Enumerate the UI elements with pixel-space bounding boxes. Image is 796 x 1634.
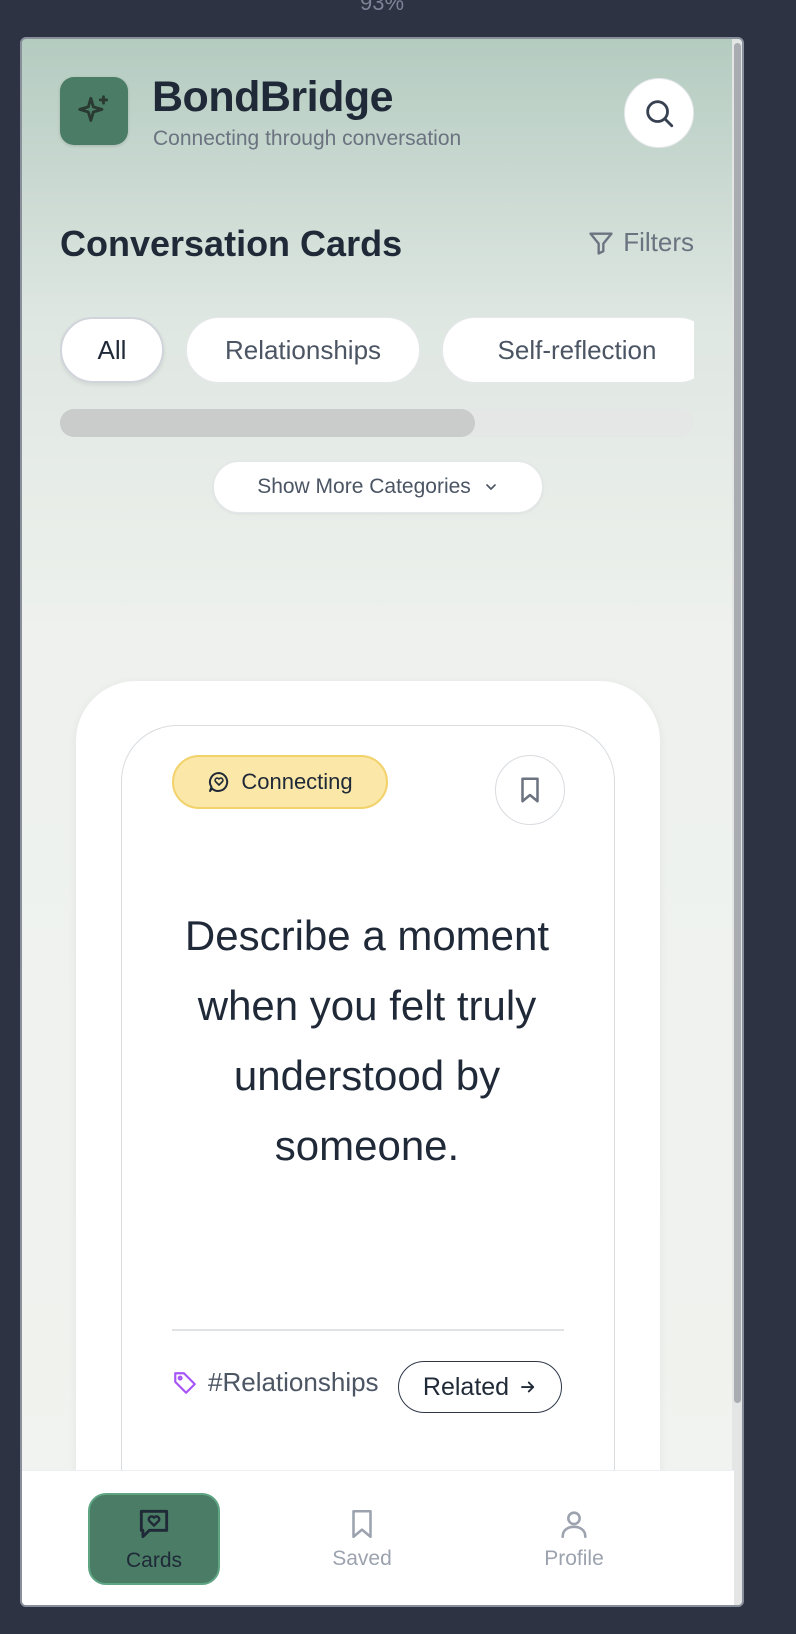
arrow-right-icon	[521, 1381, 535, 1393]
vertical-scrollbar-thumb[interactable]	[734, 43, 741, 1403]
nav-cards[interactable]: Cards	[88, 1493, 220, 1585]
chip-self-reflection[interactable]: Self-reflection	[442, 317, 694, 383]
nav-saved[interactable]: Saved	[296, 1493, 428, 1585]
app-header: BondBridge Connecting through conversati…	[60, 73, 694, 150]
app-window: BondBridge Connecting through conversati…	[20, 37, 744, 1607]
vertical-scrollbar[interactable]	[732, 39, 742, 1605]
bottom-nav: Cards Saved Profile	[22, 1470, 734, 1605]
related-button[interactable]: Related	[398, 1361, 562, 1413]
nav-profile-label: Profile	[544, 1547, 604, 1570]
chat-heart-icon	[209, 771, 229, 792]
chevron-down-icon	[485, 484, 496, 490]
card-divider	[172, 1329, 564, 1331]
filter-icon	[589, 232, 613, 255]
app-logo	[60, 77, 128, 145]
app-name: BondBridge	[152, 73, 394, 121]
nav-cards-label: Cards	[125, 1549, 183, 1572]
category-chips: All Relationships Self-reflection	[60, 317, 694, 389]
card-question: Describe a moment when you felt truly un…	[184, 912, 550, 1169]
category-scrollbar-thumb[interactable]	[60, 409, 475, 437]
show-more-categories-button[interactable]: Show More Categories	[213, 461, 543, 513]
chip-all[interactable]: All	[60, 317, 164, 383]
badge-label: Connecting	[241, 769, 353, 794]
section-title: Conversation Cards	[60, 223, 403, 264]
bookmark-icon	[521, 777, 539, 803]
category-scrollbar[interactable]	[60, 409, 694, 437]
app-tagline: Connecting through conversation	[153, 127, 462, 150]
tag-icon	[174, 1371, 196, 1394]
filters-button[interactable]: Filters	[587, 227, 694, 258]
sparkle-icon	[78, 95, 109, 122]
nav-profile[interactable]: Profile	[508, 1493, 640, 1585]
chat-heart-icon	[139, 1509, 169, 1539]
tag-label: #Relationships	[208, 1367, 379, 1397]
show-more-label: Show More Categories	[257, 475, 471, 498]
chip-relationships[interactable]: Relationships	[186, 317, 420, 383]
zoom-level: 93%	[359, 0, 405, 15]
bookmark-icon	[352, 1509, 372, 1539]
chip-label: Relationships	[224, 334, 382, 365]
filters-label: Filters	[623, 227, 694, 257]
search-icon	[646, 100, 674, 128]
nav-saved-label: Saved	[332, 1547, 392, 1570]
card-category-badge: Connecting	[172, 755, 388, 809]
search-button[interactable]	[624, 78, 694, 148]
chip-label: All	[97, 334, 127, 365]
related-label: Related	[422, 1372, 510, 1401]
bookmark-button[interactable]	[495, 755, 565, 825]
chip-label: Self-reflection	[497, 334, 657, 365]
user-icon	[561, 1511, 587, 1539]
card-tag[interactable]: #Relationships	[172, 1367, 379, 1398]
